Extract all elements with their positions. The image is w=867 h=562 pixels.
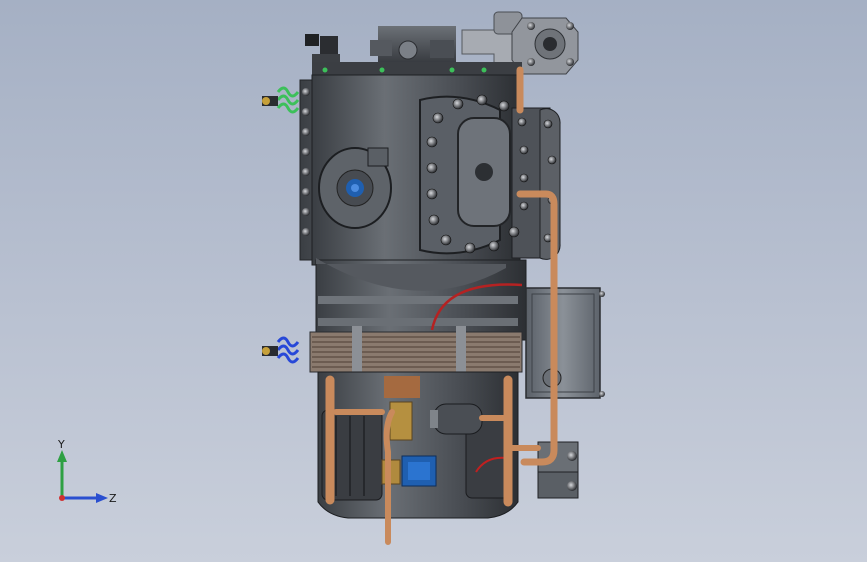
cylinder-head-upper — [262, 62, 561, 266]
y-axis-arrowhead — [57, 450, 67, 462]
compressor-3d-model[interactable] — [0, 0, 867, 562]
axis-triad: Y Z — [57, 440, 117, 505]
origin-dot — [59, 495, 65, 501]
heat-exchanger — [262, 326, 523, 373]
z-axis-label: Z — [109, 492, 117, 505]
y-axis-label: Y — [57, 440, 65, 451]
z-axis-arrowhead — [96, 493, 108, 503]
cad-viewport[interactable]: Y Z — [0, 0, 867, 562]
